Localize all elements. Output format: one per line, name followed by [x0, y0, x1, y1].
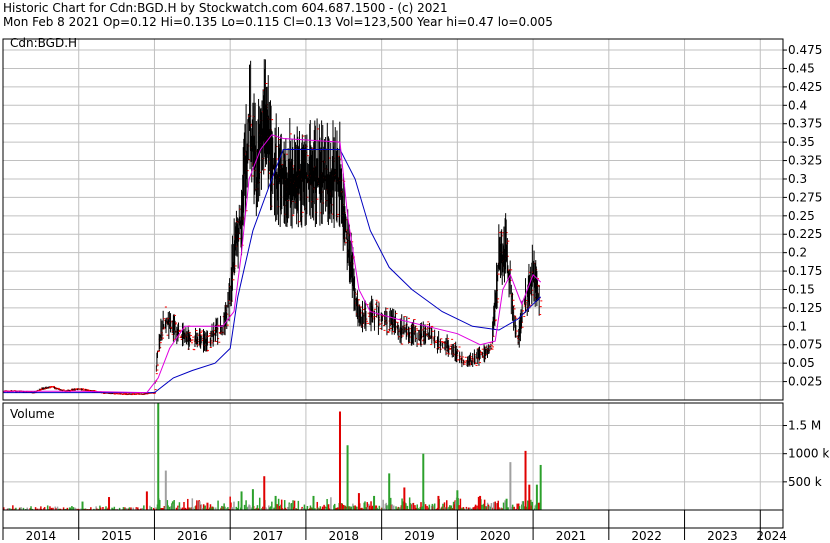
y-tick-label: 0.075: [788, 338, 822, 352]
x-axis-band: [2, 509, 784, 529]
x-tick-label: 2023: [707, 529, 738, 543]
price-panel-title: Cdn:BGD.H: [10, 36, 77, 50]
x-tick-label: 2014: [26, 529, 57, 543]
y-tick-label: 0.05: [788, 356, 815, 370]
y-tick-label: 0.35: [788, 135, 815, 149]
y-tick-label: 0.325: [788, 154, 822, 168]
y-tick-label: 0.175: [788, 264, 822, 278]
volume-tick-label: 1000 k: [788, 447, 829, 461]
y-tick-label: 0.45: [788, 61, 815, 75]
volume-tick-label: 500 k: [788, 475, 822, 489]
y-tick-label: 0.275: [788, 190, 822, 204]
y-tick-label: 0.1: [788, 319, 807, 333]
x-tick-label: 2020: [480, 529, 511, 543]
y-tick-label: 0.15: [788, 282, 815, 296]
y-tick-label: 0.425: [788, 80, 822, 94]
y-tick-label: 0.225: [788, 227, 822, 241]
y-tick-label: 0.475: [788, 43, 822, 57]
volume-tick-label: 1.5 M: [788, 419, 821, 433]
y-tick-label: 0.375: [788, 117, 822, 131]
stock-chart: 2014 2015 2016 2017 2018 2019 2020 2021 2022 2023…: [2, 36, 829, 543]
volume-bars: [2, 403, 542, 510]
grid-layer: [2, 39, 783, 510]
axis-layer: 2014 2015 2016 2017 2018 2019 2020 2021 2022 2023…: [2, 38, 829, 543]
y-tick-label: 0.3: [788, 172, 807, 186]
x-tick-label: 2019: [404, 529, 435, 543]
y-tick-label: 0.4: [788, 98, 807, 112]
x-tick-label: 2015: [101, 529, 132, 543]
x-tick-label: 2018: [329, 529, 360, 543]
volume-panel-title: Volume: [10, 407, 55, 421]
x-tick-label: 2024: [756, 529, 787, 543]
y-tick-label: 0.2: [788, 246, 807, 260]
price-panel-frame: [2, 38, 784, 401]
y-tick-label: 0.125: [788, 301, 822, 315]
volume-panel-frame: [2, 402, 784, 511]
x-tick-label: 2021: [556, 529, 587, 543]
x-tick-label: 2017: [253, 529, 284, 543]
y-tick-label: 0.25: [788, 209, 815, 223]
x-tick-label: 2016: [177, 529, 208, 543]
y-tick-label: 0.025: [788, 375, 822, 389]
x-tick-label: 2022: [631, 529, 662, 543]
